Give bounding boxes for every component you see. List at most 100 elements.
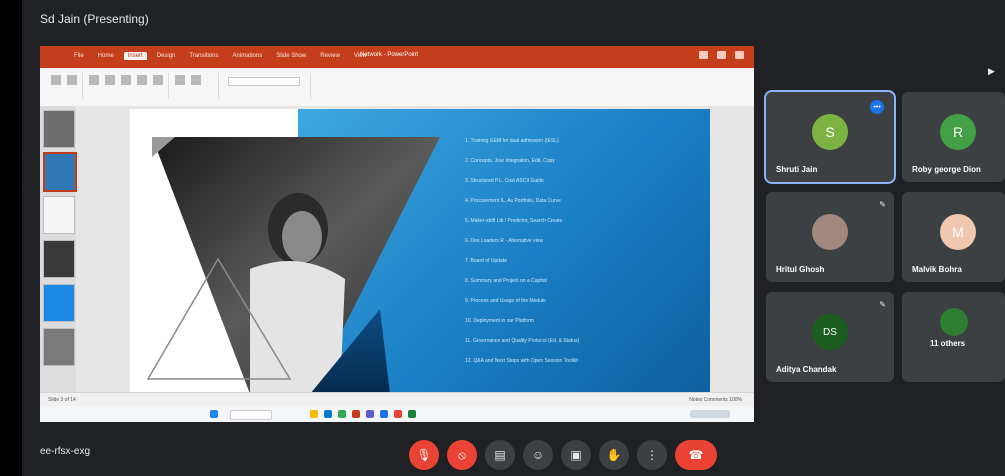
slide-thumbnails: [40, 106, 77, 392]
slide-canvas[interactable]: 1. Training GEM for dual admission (IESL…: [130, 109, 710, 394]
avatar: S: [812, 114, 848, 150]
avatar: [812, 214, 848, 250]
windows-start-icon[interactable]: [210, 410, 218, 418]
document-title: Network - PowerPoint: [360, 52, 419, 58]
chevron-right-icon[interactable]: ▶: [988, 66, 995, 77]
agenda-line: 10. Deployment in our Platform: [465, 318, 534, 324]
left-black-bar: [0, 0, 22, 476]
more-icon: ⋮: [646, 448, 658, 462]
participant-tile[interactable]: ••• S Shruti Jain: [764, 90, 896, 184]
avatar: DS: [812, 314, 848, 350]
ppt-status-bar: Slide 3 of 14 Notes Comments 100%: [40, 392, 754, 407]
more-options-button[interactable]: ⋮: [637, 440, 667, 470]
edge-icon[interactable]: [324, 410, 332, 418]
folder-icon[interactable]: [310, 410, 318, 418]
system-tray[interactable]: [690, 410, 730, 418]
captions-button[interactable]: ▤: [485, 440, 515, 470]
mic-toggle-button[interactable]: 🎙: [409, 440, 439, 470]
slide-thumbnail-5[interactable]: [43, 284, 75, 322]
powerpoint-icon[interactable]: [352, 410, 360, 418]
others-tile[interactable]: 11 others: [902, 292, 1005, 382]
speaking-indicator-icon: •••: [870, 100, 884, 114]
avatar: R: [940, 114, 976, 150]
agenda-line: 8. Summary and Project on a Capital: [465, 278, 547, 284]
agenda-line: 4. Procurement IL, As Portfolio, Data Cu…: [465, 198, 561, 204]
participant-tile[interactable]: ✎ DS Aditya Chandak: [766, 292, 894, 382]
slide-thumbnail-6[interactable]: [43, 328, 75, 366]
ppt-title-bar: File Home Insert Design Transitions Anim…: [40, 46, 754, 68]
tab-home[interactable]: Home: [94, 52, 118, 60]
agenda-line: 12. Q&A and Next Steps with Open Session…: [465, 358, 578, 364]
avatar: M: [940, 214, 976, 250]
participant-name: Malvik Bohra: [912, 265, 962, 274]
ribbon: [40, 68, 754, 107]
agenda-line: 9. Process and Usage of the Module: [465, 298, 546, 304]
bottom-control-bar: ee-rfsx-exg 🎙 ⦸ ▤ ☺ ▣ ✋ ⋮ ☎: [22, 424, 1005, 476]
excel-icon[interactable]: [408, 410, 416, 418]
camera-toggle-button[interactable]: ⦸: [447, 440, 477, 470]
others-count: 11 others: [930, 339, 966, 348]
slide-thumbnail-3[interactable]: [43, 196, 75, 234]
mic-off-icon: ✎: [879, 300, 886, 309]
tab-slide-show[interactable]: Slide Show: [272, 52, 310, 60]
present-icon: ▣: [570, 448, 582, 462]
tab-animations[interactable]: Animations: [229, 52, 267, 60]
participant-tile[interactable]: R Roby george Dion: [902, 92, 1005, 182]
app-icon[interactable]: [394, 410, 402, 418]
ribbon-tabs: File Home Insert Design Transitions Anim…: [70, 52, 371, 60]
participant-name: Aditya Chandak: [776, 365, 837, 374]
meeting-code: ee-rfsx-exg: [40, 446, 91, 457]
slide-counter: Slide 3 of 14: [48, 397, 76, 403]
avatar-initial: R: [952, 124, 964, 140]
raise-hand-button[interactable]: ✋: [599, 440, 629, 470]
slide-thumbnail-4[interactable]: [43, 240, 75, 278]
agenda-line: 3. Structured P.L. Cost ASCII Guide: [465, 178, 544, 184]
end-call-icon: ☎: [688, 448, 704, 462]
teams-icon[interactable]: [366, 410, 374, 418]
ribbon-group-new-slide[interactable]: [48, 73, 83, 99]
mic-off-icon: 🎙: [416, 448, 432, 462]
ribbon-group-images[interactable]: [172, 73, 219, 99]
participant-tile[interactable]: M Malvik Bohra: [902, 192, 1005, 282]
captions-icon: ▤: [494, 448, 506, 462]
avatar-initial: S: [825, 124, 835, 140]
window-buttons: [699, 51, 744, 59]
participant-tile[interactable]: ✎ Hritul Ghosh: [766, 192, 894, 282]
slide-thumbnail-1[interactable]: [43, 110, 75, 148]
agenda-line: 1. Training GEM for dual admission (IESL…: [465, 138, 559, 144]
reactions-button[interactable]: ☺: [523, 440, 553, 470]
camera-off-icon: ⦸: [458, 447, 466, 462]
avatar-initial: DS: [823, 326, 837, 338]
tab-transitions[interactable]: Transitions: [185, 52, 222, 60]
avatar-initial: M: [952, 224, 964, 240]
participant-name: Roby george Dion: [912, 165, 981, 174]
participant-name: Shruti Jain: [776, 165, 818, 174]
others-avatars: [940, 308, 968, 336]
agenda-line: 7. Board of Update: [465, 258, 507, 264]
present-button[interactable]: ▣: [561, 440, 591, 470]
tab-review[interactable]: Review: [316, 52, 344, 60]
maximize-icon[interactable]: [717, 51, 726, 59]
status-right: Notes Comments 100%: [689, 397, 742, 403]
workspace: 1. Training GEM for dual admission (IESL…: [40, 106, 754, 394]
tab-file[interactable]: File: [70, 52, 88, 60]
mic-off-icon: ✎: [879, 200, 886, 209]
ribbon-group-font[interactable]: [222, 73, 311, 99]
windows-taskbar: [40, 406, 754, 422]
minimize-icon[interactable]: [699, 51, 708, 59]
close-icon[interactable]: [735, 51, 744, 59]
presentation-window[interactable]: File Home Insert Design Transitions Anim…: [40, 46, 754, 422]
slide-agenda-list: 1. Training GEM for dual admission (IESL…: [465, 131, 705, 371]
tab-design[interactable]: Design: [153, 52, 180, 60]
end-call-button[interactable]: ☎: [675, 440, 717, 470]
taskbar-search-input[interactable]: [230, 410, 272, 420]
presenter-title: Sd Jain (Presenting): [40, 12, 149, 26]
mail-icon[interactable]: [380, 410, 388, 418]
ribbon-group-tables[interactable]: [86, 73, 169, 99]
tab-insert[interactable]: Insert: [123, 52, 147, 60]
agenda-line: 11. Governance and Quality Protocol (Ed.…: [465, 338, 580, 344]
chrome-icon[interactable]: [338, 410, 346, 418]
agenda-line: 2. Concepts, Jour integration, Edit, Cop…: [465, 158, 555, 164]
slide-thumbnail-2[interactable]: [43, 152, 77, 192]
agenda-line: 5. Maker-shift Lib / Predictor, Search C…: [465, 218, 563, 224]
